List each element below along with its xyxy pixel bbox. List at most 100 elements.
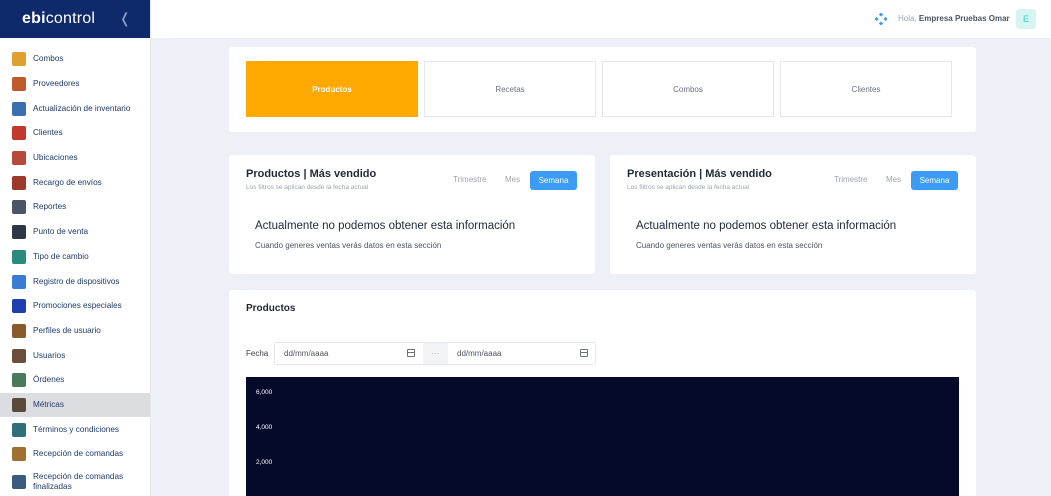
tab-combos[interactable]: Combos [602,61,774,117]
empty-state-hint: Cuando generes ventas verás datos en est… [255,241,442,250]
sidebar-item-1[interactable]: Proveedores [0,72,150,97]
date-range-separator: ··· [423,343,448,364]
start-date-placeholder: dd/mm/aaaa [284,349,329,358]
sidebar-item-8[interactable]: Tipo de cambio [0,245,150,270]
sidebar-item-7[interactable]: Punto de venta [0,220,150,245]
best-selling-presentation-card: Presentación | Más vendido Los filtros s… [610,155,976,274]
empty-state-message: Actualmente no podemos obtener esta info… [636,220,897,232]
delivery-icon [12,175,26,190]
date-range-picker: dd/mm/aaaa ··· dd/mm/aaaa [274,342,596,365]
sidebar-item-label: Combos [33,54,64,64]
orders-reception-icon [12,447,26,462]
tab-clientes[interactable]: Clientes [780,61,952,117]
sidebar-item-12[interactable]: Usuarios [0,343,150,368]
sidebar-item-6[interactable]: Reportes [0,195,150,220]
sidebar-item-label: Ubicaciones [33,153,78,163]
tab-recetas[interactable]: Recetas [424,61,596,117]
sidebar-item-11[interactable]: Perfiles de usuario [0,319,150,344]
sidebar-item-15[interactable]: Términos y condiciones [0,417,150,442]
metrics-icon [12,397,26,412]
diamond-icon[interactable] [875,13,887,25]
filter-mes[interactable]: Mes [886,175,901,184]
sidebar-item-label: Registro de dispositivos [33,276,120,286]
sidebar-item-label: Métricas [33,399,64,409]
chevron-left-icon[interactable]: ❬ [119,10,131,27]
sidebar-item-14[interactable]: Métricas [0,392,150,418]
truck-icon [12,77,26,92]
user-greeting: Hola, Empresa Pruebas Omar [898,14,1010,23]
sidebar-item-0[interactable]: Combos [0,47,150,72]
sidebar-item-label: Usuarios [33,350,66,360]
reports-icon [12,200,26,215]
sidebar-item-3[interactable]: Clientes [0,121,150,146]
sidebar-item-label: Clientes [33,128,63,138]
y-tick-label: 2,000 [256,459,273,466]
empty-state-message: Actualmente no podemos obtener esta info… [255,220,516,232]
sidebar-item-label: Tipo de cambio [33,251,89,261]
sidebar-nav: Combos Proveedores Actualización de invent… [0,38,150,496]
inventory-icon [12,101,26,116]
filter-trimestre[interactable]: Trimestre [834,175,867,184]
promotions-icon [12,299,26,314]
card-subtitle: Los filtros se aplican desde la fecha ac… [627,184,750,191]
y-tick-label: 6,000 [256,389,273,396]
sidebar-item-label: Recepción de comandas [33,449,124,459]
orders-icon [12,373,26,388]
company-name: Empresa Pruebas Omar [918,14,1010,23]
sidebar: ebicontrol ❬ Combos Proveedores Actualizac… [0,0,151,496]
sidebar-item-label: Reportes [33,202,67,212]
sidebar-item-label: Proveedores [33,79,80,89]
sidebar-item-13[interactable]: Órdenes [0,368,150,393]
y-tick-label: 4,000 [256,424,273,431]
exchange-icon [12,249,26,264]
category-tabs-card: Productos Recetas Combos Clientes [229,47,976,132]
card-title: Productos | Más vendido [246,168,377,180]
sidebar-item-label: Actualización de inventario [33,103,131,113]
sidebar-item-label: Perfiles de usuario [33,325,101,335]
tab-productos[interactable]: Productos [246,61,418,117]
filter-semana-button[interactable]: Semana [911,171,958,190]
devices-icon [12,274,26,289]
terms-icon [12,422,26,437]
avatar[interactable]: E [1016,9,1036,29]
sidebar-item-5[interactable]: Recargo de envíos [0,170,150,195]
sidebar-item-label: Punto de venta [33,227,89,237]
filter-mes[interactable]: Mes [505,175,520,184]
topbar: Hola, Empresa Pruebas Omar E [151,0,1051,38]
start-date-input[interactable]: dd/mm/aaaa [275,343,423,364]
sidebar-item-label: Recepción de comandas finalizadas [33,471,124,491]
section-title: Productos [246,303,296,314]
combos-icon [12,52,26,67]
date-label: Fecha [246,349,269,358]
filter-trimestre[interactable]: Trimestre [453,175,486,184]
card-title: Presentación | Más vendido [627,168,772,180]
users-icon [12,348,26,363]
best-selling-products-card: Productos | Más vendido Los filtros se a… [229,155,595,274]
products-chart: 6,000 4,000 2,000 [246,377,959,496]
products-chart-card: Productos Fecha dd/mm/aaaa ··· dd/mm/aaa… [229,290,976,496]
sidebar-item-label: Promociones especiales [33,301,122,311]
card-subtitle: Los filtros se aplican desde la fecha ac… [246,184,369,191]
sidebar-item-2[interactable]: Actualización de inventario [0,96,150,121]
end-date-placeholder: dd/mm/aaaa [457,349,502,358]
sidebar-item-4[interactable]: Ubicaciones [0,146,150,171]
brand-bar: ebicontrol ❬ [0,0,150,38]
sidebar-item-label: Recargo de envíos [33,177,102,187]
sidebar-item-16[interactable]: Recepción de comandas [0,442,150,467]
finished-orders-icon [12,474,26,489]
sidebar-item-10[interactable]: Promociones especiales [0,294,150,319]
location-icon [12,151,26,166]
sidebar-item-label: Términos y condiciones [33,424,120,434]
calendar-icon[interactable] [580,349,588,357]
pos-icon [12,225,26,240]
empty-state-hint: Cuando generes ventas verás datos en est… [636,241,823,250]
user-profile-icon [12,323,26,338]
filter-semana-button[interactable]: Semana [530,171,577,190]
sidebar-item-label: Órdenes [33,375,65,385]
calendar-icon[interactable] [407,349,415,357]
clients-icon [12,126,26,141]
end-date-input[interactable]: dd/mm/aaaa [448,343,596,364]
brand-logo[interactable]: ebicontrol [22,10,95,28]
sidebar-item-9[interactable]: Registro de dispositivos [0,269,150,294]
sidebar-item-17[interactable]: Recepción de comandas finalizadas [0,467,150,496]
